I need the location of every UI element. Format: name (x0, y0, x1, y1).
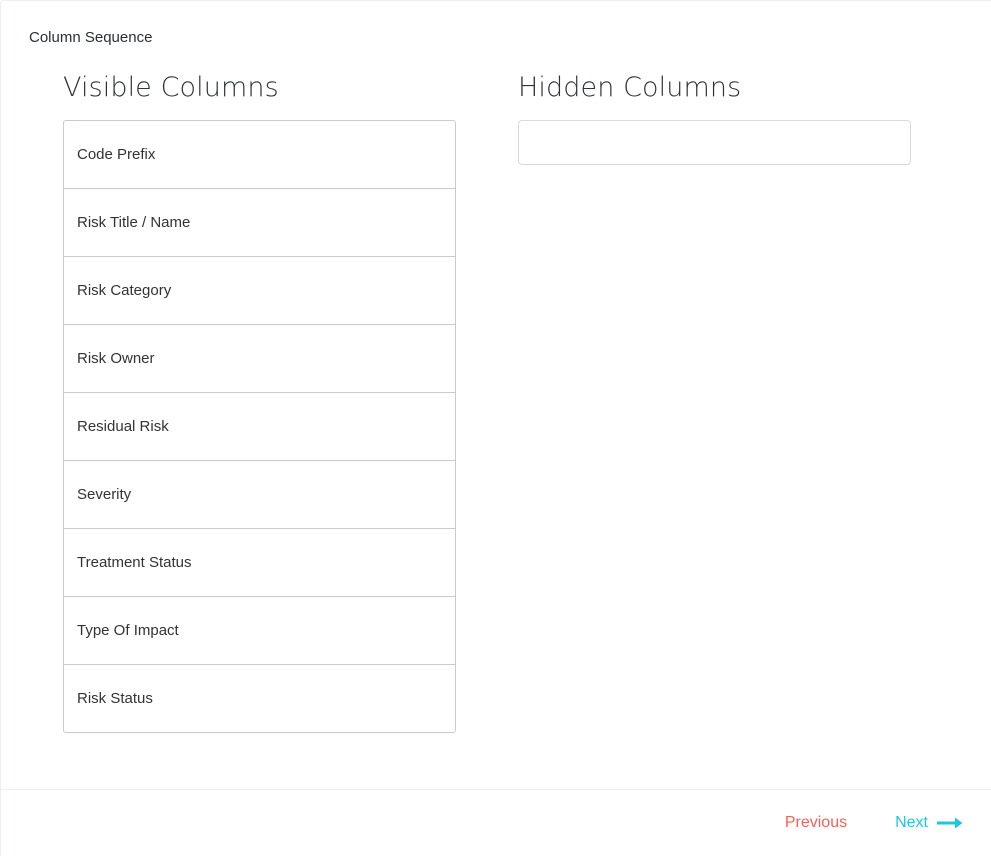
list-item-label: Risk Status (77, 689, 153, 707)
list-item[interactable]: Risk Status (63, 664, 456, 733)
wizard-footer: Previous Next (1, 789, 991, 856)
visible-columns-list[interactable]: Code Prefix Risk Title / Name Risk Categor… (63, 120, 456, 733)
hidden-columns-pane: Hidden Columns (518, 71, 911, 165)
list-item[interactable]: Type Of Impact (63, 596, 456, 665)
visible-columns-heading: Visible Columns (63, 72, 279, 103)
list-item[interactable]: Severity (63, 460, 456, 529)
list-item[interactable]: Risk Category (63, 256, 456, 325)
hidden-columns-heading: Hidden Columns (518, 72, 742, 103)
next-button[interactable]: Next (895, 813, 963, 833)
list-item[interactable]: Risk Title / Name (63, 188, 456, 257)
wizard-body: Column Sequence Visible Columns Code Pre… (1, 1, 991, 856)
list-item-label: Residual Risk (77, 417, 169, 435)
column-sequence-card: Column Sequence Visible Columns Code Pre… (0, 0, 991, 856)
list-item-label: Severity (77, 485, 132, 503)
page-title: Column Sequence (29, 29, 153, 46)
list-item[interactable]: Residual Risk (63, 392, 456, 461)
list-item-label: Risk Owner (77, 349, 155, 367)
list-item[interactable]: Treatment Status (63, 528, 456, 597)
list-item-label: Type Of Impact (77, 621, 179, 639)
list-item-label: Risk Title / Name (77, 213, 191, 231)
list-item[interactable]: Risk Owner (63, 324, 456, 393)
visible-columns-pane: Visible Columns Code Prefix Risk Title / … (63, 71, 456, 733)
next-button-label: Next (895, 814, 928, 831)
hidden-columns-dropzone[interactable] (518, 120, 911, 165)
list-item[interactable]: Code Prefix (63, 120, 456, 189)
arrow-right-icon (937, 817, 963, 829)
list-item-label: Code Prefix (77, 145, 156, 163)
list-item-label: Treatment Status (77, 553, 192, 571)
previous-button-label: Previous (784, 814, 848, 831)
list-item-label: Risk Category (77, 281, 172, 299)
previous-button[interactable]: Previous (785, 813, 847, 833)
